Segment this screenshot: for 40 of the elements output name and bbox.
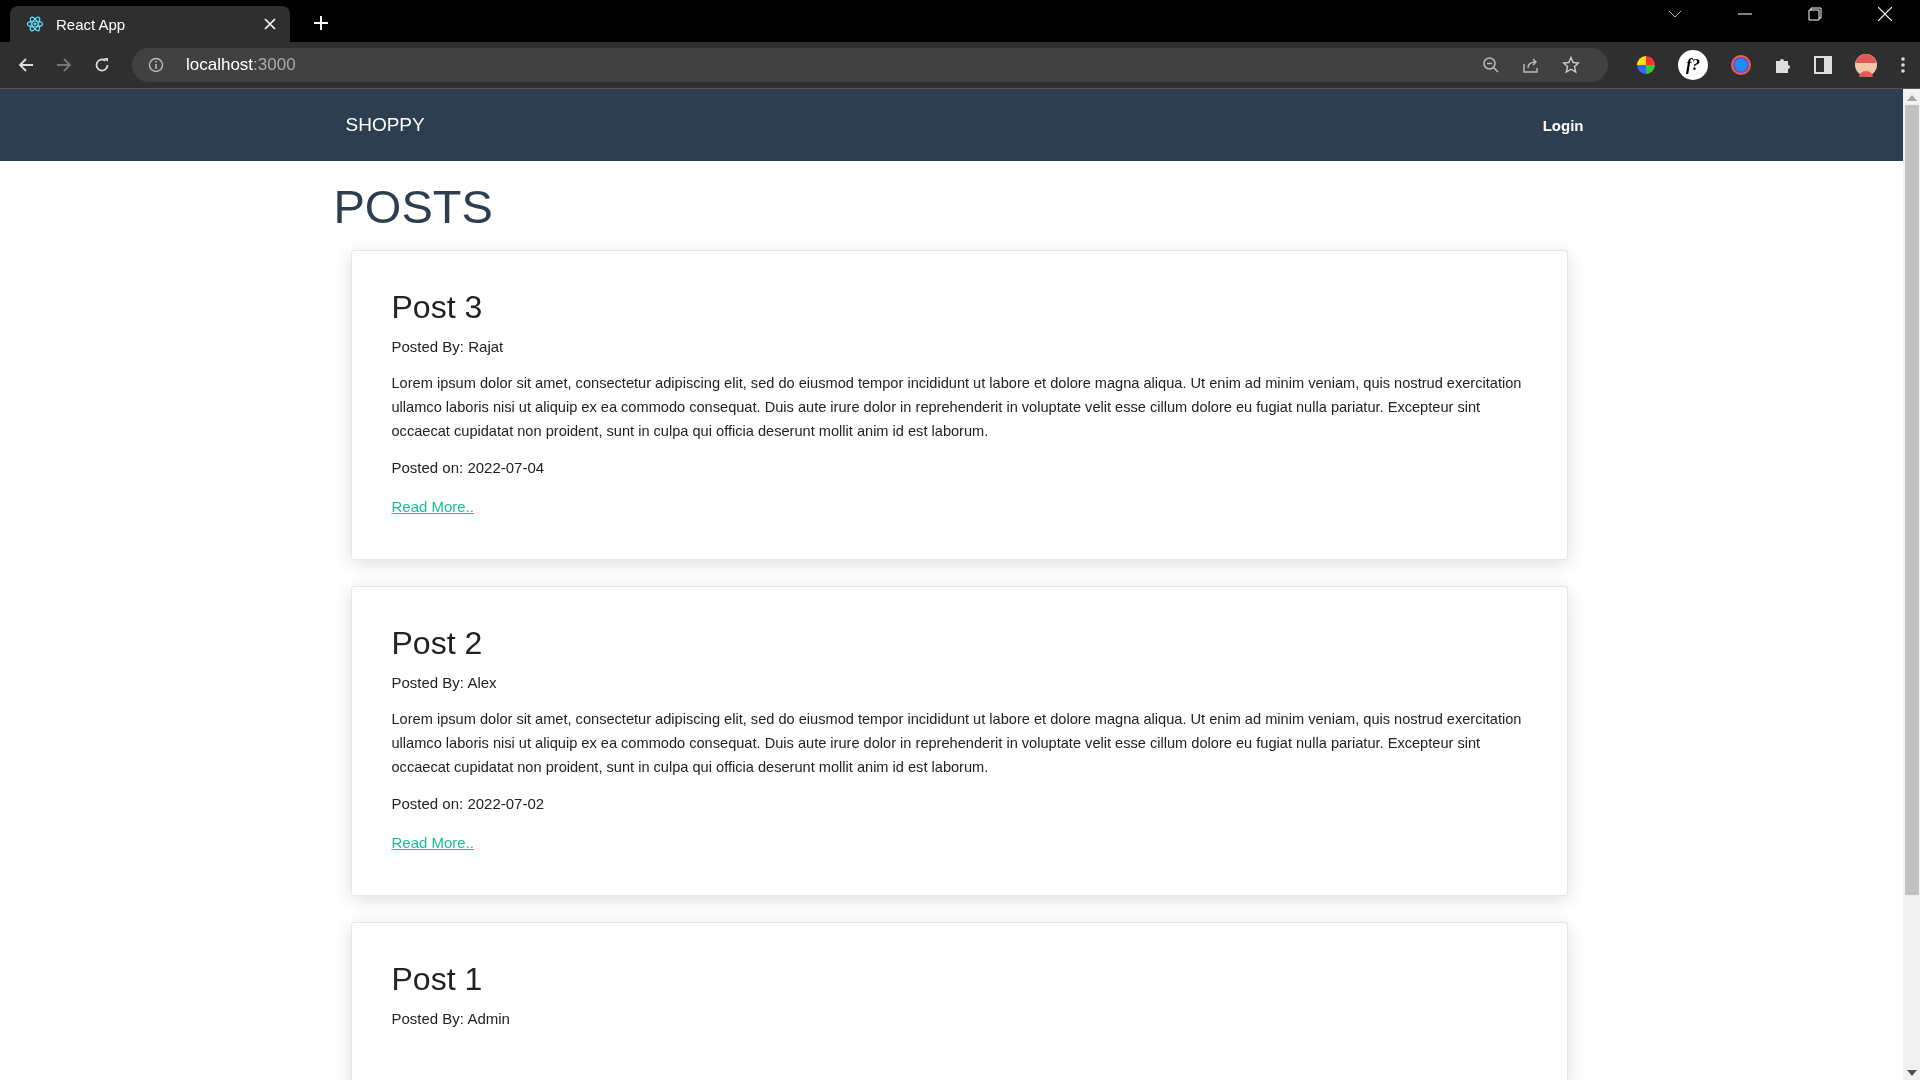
plus-icon[interactable] <box>314 16 328 30</box>
close-icon[interactable] <box>1878 7 1892 21</box>
puzzle-icon[interactable] <box>1774 56 1792 74</box>
address-bar[interactable]: localhost:3000 <box>132 48 1608 82</box>
chevron-down-icon[interactable] <box>1668 10 1682 18</box>
post-title: Post 1 <box>391 961 483 998</box>
more-menu-icon[interactable] <box>1900 56 1906 74</box>
side-panel-icon[interactable] <box>1814 56 1832 74</box>
close-icon[interactable] <box>264 18 276 30</box>
atom-icon <box>26 15 44 33</box>
reload-icon[interactable] <box>94 57 110 73</box>
circle-icon[interactable] <box>1730 54 1752 76</box>
url-text: localhost:3000 <box>186 55 296 75</box>
back-arrow-icon[interactable] <box>18 57 34 73</box>
scrollbar[interactable] <box>1903 89 1920 1080</box>
star-icon[interactable] <box>1562 56 1580 74</box>
post-author: Posted By: Rajat <box>391 338 504 355</box>
post-body: Lorem ipsum dolor sit amet, consectetur adipiscing elit, sed do eiusmod tempor incididunt ut labore et dolore magna aliqua. Ut enim ad minim veniam, quis nostrud exercitation ullamco laboris nisi ut aliquip ex ea commodo consequat. Duis aute irure dolor in reprehenderit in voluptate velit esse cillum dolore eu fugiat nulla pariatur. Excepteur sint occaecat cupidatat non proident, sunt in culpa qui officia deserunt mollit anim id est laborum. <box>391 710 1523 777</box>
post-date: Posted on: 2022-07-02 <box>391 795 545 812</box>
info-icon <box>148 57 164 73</box>
browser-tab[interactable]: React App <box>10 6 290 42</box>
tab-title: React App <box>56 15 127 33</box>
extension-icon[interactable]: f? <box>1678 50 1708 80</box>
page-heading: POSTS <box>333 179 494 234</box>
color-wheel-icon[interactable] <box>1636 55 1656 75</box>
brand-logo[interactable]: SHOPPY <box>345 114 425 136</box>
post-date: Posted on: 2022-07-04 <box>391 459 545 476</box>
zoom-out-icon[interactable] <box>1482 56 1500 74</box>
restore-icon[interactable] <box>1808 7 1822 21</box>
post-title: Post 3 <box>391 289 483 326</box>
forward-arrow-icon[interactable] <box>56 57 72 73</box>
nav-link[interactable]: Login <box>1542 116 1584 134</box>
avatar-icon[interactable] <box>1854 53 1878 77</box>
post-title: Post 2 <box>391 625 483 662</box>
post-author: Posted By: Admin <box>391 1010 510 1027</box>
post-author: Posted By: Alex <box>391 674 497 691</box>
scroll-thumb[interactable] <box>1904 105 1919 895</box>
scroll-down-icon[interactable] <box>1906 1070 1917 1076</box>
share-icon[interactable] <box>1522 56 1540 74</box>
post-body: Lorem ipsum dolor sit amet, consectetur adipiscing elit, sed do eiusmod tempor incididunt ut labore et dolore magna aliqua. Ut enim ad minim veniam, quis nostrud exercitation ullamco laboris nisi ut aliquip ex ea commodo consequat. Duis aute irure dolor in reprehenderit in voluptate velit esse cillum dolore eu fugiat nulla pariatur. Excepteur sint occaecat cupidatat non proident, sunt in culpa qui officia deserunt mollit anim id est laborum. <box>391 374 1523 441</box>
